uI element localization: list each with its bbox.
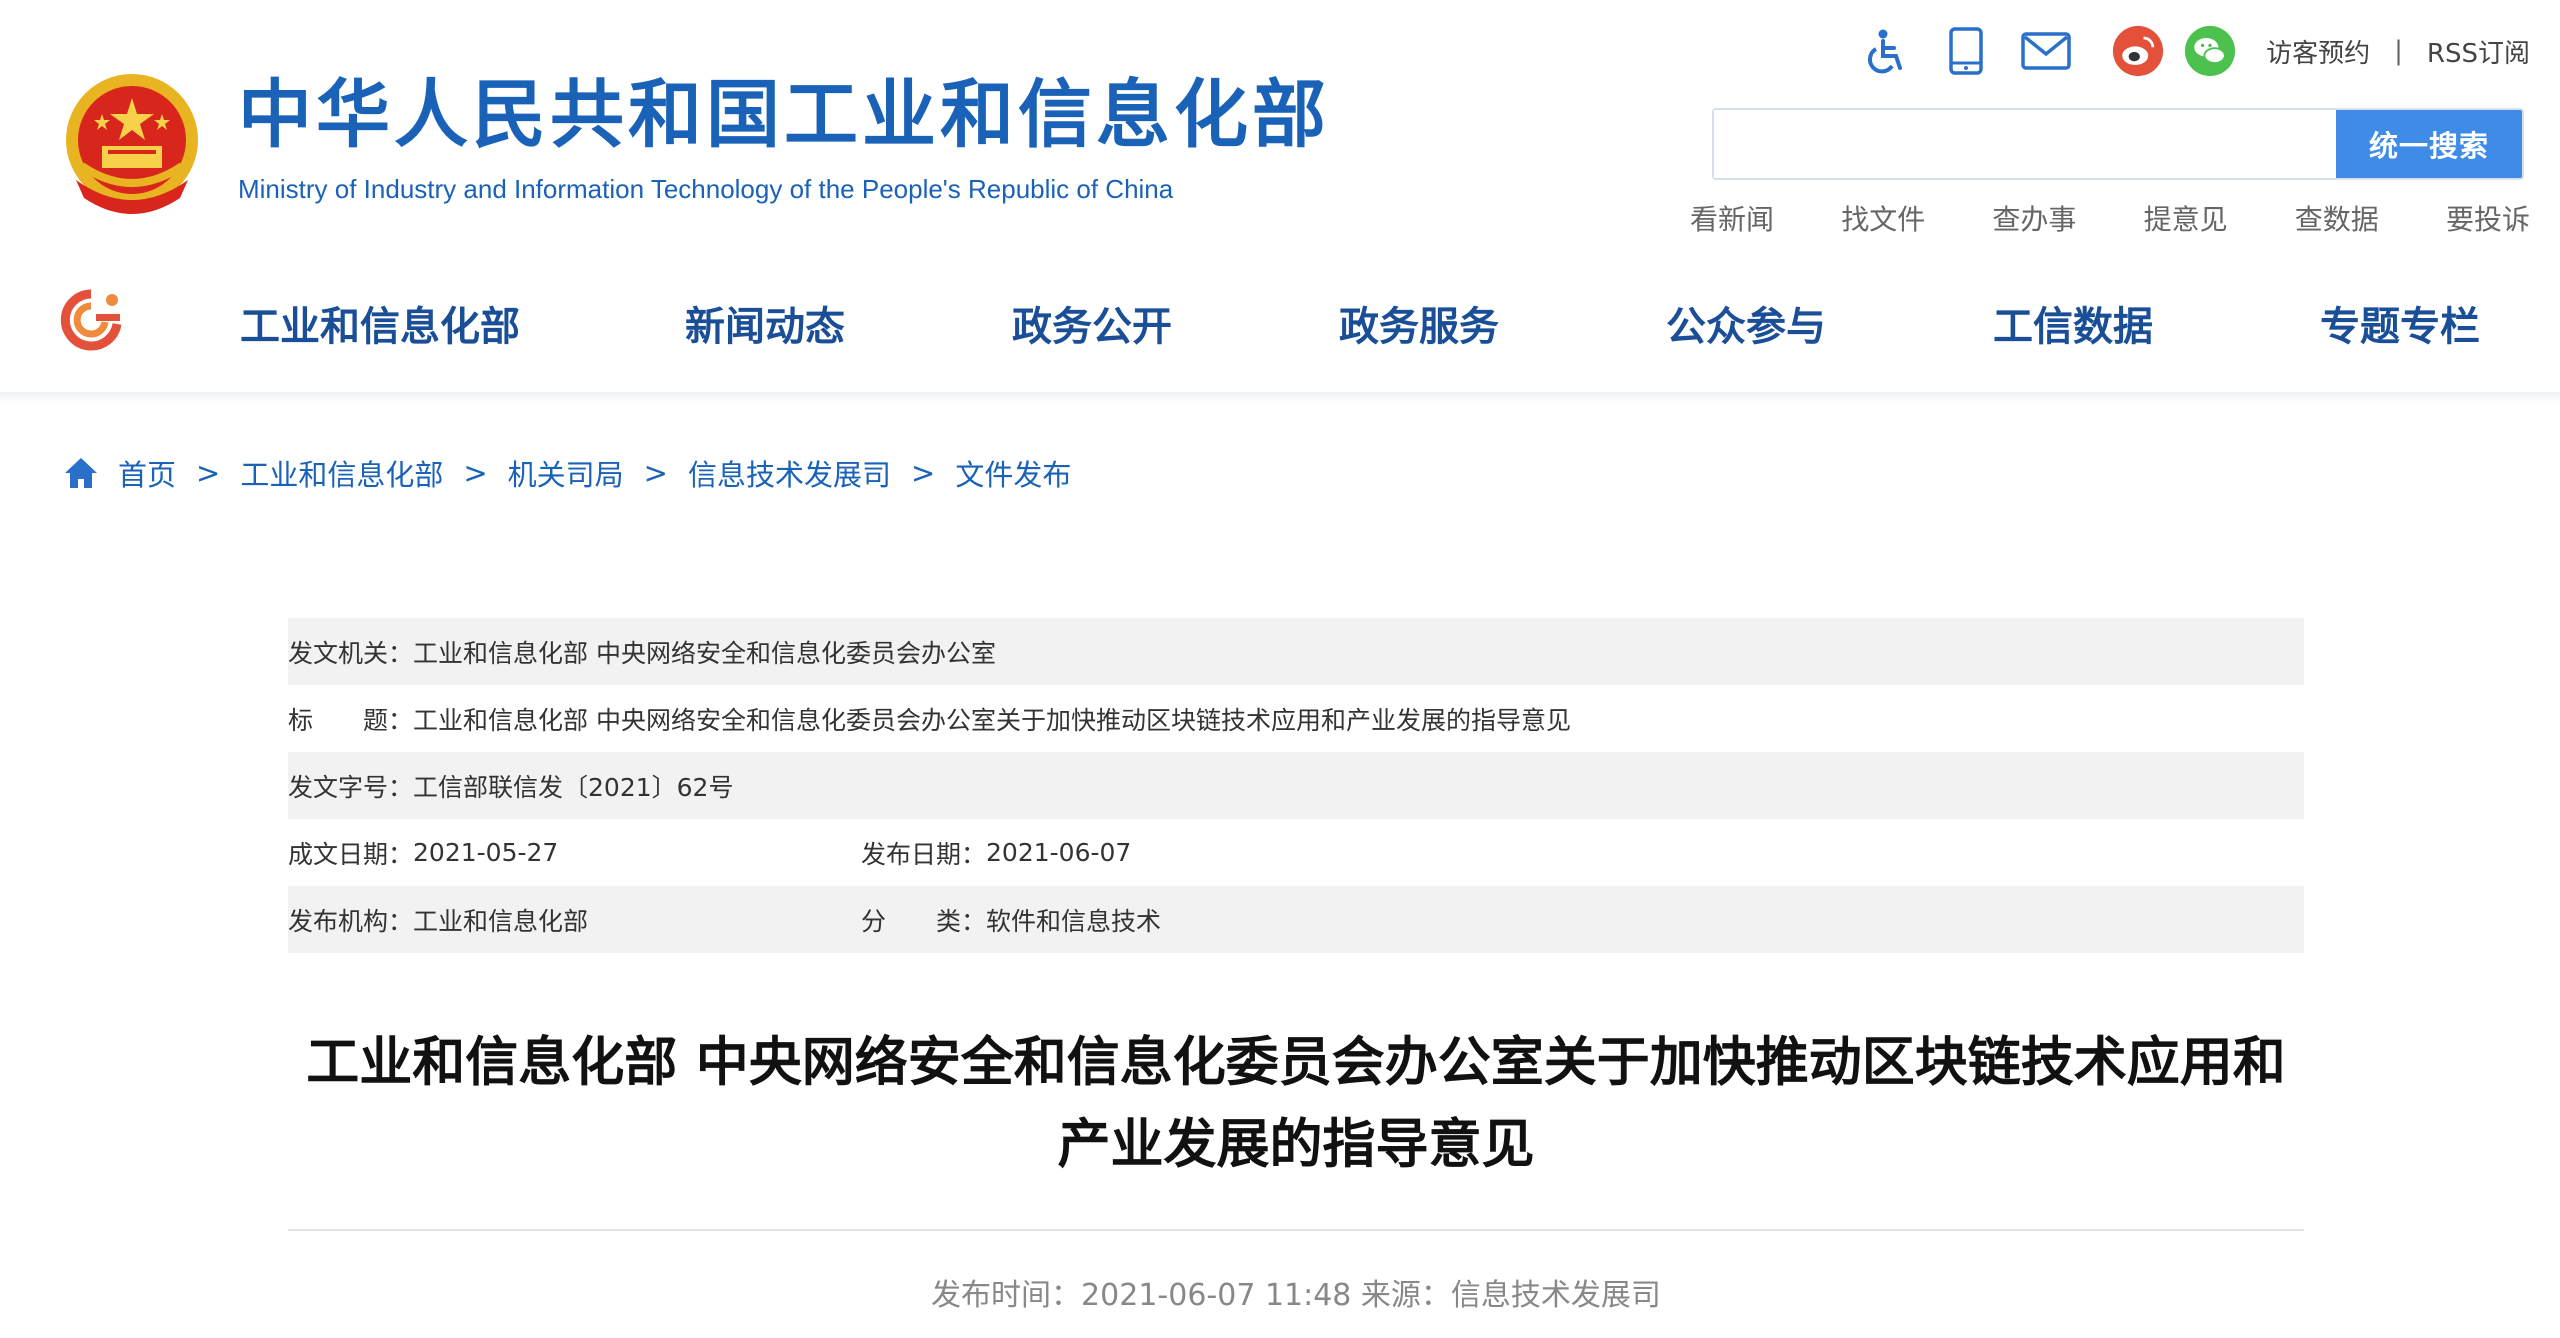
title-label: 标 题： xyxy=(288,705,414,735)
published-date-value: 2021-06-07 xyxy=(986,838,1132,867)
breadcrumb-separator: > xyxy=(196,456,221,490)
meta-row-org: 发布机构： 工业和信息化部 分 类： 软件和信息技术 xyxy=(288,886,2304,953)
doc-number-value: 工信部联信发〔2021〕62号 xyxy=(413,772,734,802)
org-value: 工业和信息化部 xyxy=(413,906,589,936)
nav-item-ministry[interactable]: 工业和信息化部 xyxy=(240,294,520,352)
ministry-logo[interactable] xyxy=(56,288,126,352)
national-emblem[interactable] xyxy=(62,70,202,220)
breadcrumb-separator: > xyxy=(911,456,936,490)
meta-row-doc-number: 发文字号： 工信部联信发〔2021〕62号 xyxy=(288,752,2304,819)
issuer-value: 工业和信息化部 中央网络安全和信息化委员会办公室 xyxy=(413,638,996,668)
meta-row-issuer: 发文机关： 工业和信息化部 中央网络安全和信息化委员会办公室 xyxy=(288,618,2304,685)
wheelchair-icon[interactable] xyxy=(1860,25,1912,77)
nav-item-news[interactable]: 新闻动态 xyxy=(685,294,845,352)
category-cell: 分 类： 软件和信息技术 xyxy=(861,886,1161,953)
quick-link-complaints[interactable]: 要投诉 xyxy=(2446,198,2530,238)
home-icon[interactable] xyxy=(62,454,100,492)
breadcrumb-home[interactable]: 首页 xyxy=(118,452,176,494)
nav-divider xyxy=(0,392,2560,402)
breadcrumb-separator: > xyxy=(463,456,488,490)
mobile-phone-icon[interactable] xyxy=(1940,25,1992,77)
quick-link-documents[interactable]: 找文件 xyxy=(1841,198,1925,238)
quick-link-suggestions[interactable]: 提意见 xyxy=(2144,198,2228,238)
wechat-icon[interactable] xyxy=(2184,25,2236,77)
breadcrumb: 首页 > 工业和信息化部 > 机关司局 > 信息技术发展司 > 文件发布 xyxy=(62,450,1071,496)
quick-link-news[interactable]: 看新闻 xyxy=(1690,198,1774,238)
search-box: 统一搜索 xyxy=(1712,108,2524,180)
doc-number-label: 发文字号： xyxy=(288,772,414,802)
tool-separator: | xyxy=(2394,36,2403,66)
search-button[interactable]: 统一搜索 xyxy=(2336,110,2522,178)
quick-link-services[interactable]: 查办事 xyxy=(1992,198,2076,238)
article-divider xyxy=(288,1229,2304,1231)
nav-item-public-participation[interactable]: 公众参与 xyxy=(1666,294,1826,352)
title-value: 工业和信息化部 中央网络安全和信息化委员会办公室关于加快推动区块链技术应用和产业… xyxy=(413,705,1571,735)
nav-item-government-services[interactable]: 政务服务 xyxy=(1339,294,1499,352)
nav-item-government-affairs[interactable]: 政务公开 xyxy=(1012,294,1172,352)
breadcrumb-it-development[interactable]: 信息技术发展司 xyxy=(688,452,891,494)
breadcrumb-documents[interactable]: 文件发布 xyxy=(955,452,1071,494)
org-label: 发布机构： xyxy=(288,906,414,936)
meta-row-dates: 成文日期： 2021-05-27 发布日期： 2021-06-07 xyxy=(288,819,2304,886)
site-title[interactable]: 中华人民共和国工业和信息化部 xyxy=(238,78,1330,152)
created-date-label: 成文日期： xyxy=(288,839,414,869)
rss-link[interactable]: RSS订阅 xyxy=(2427,33,2530,70)
site-subtitle: Ministry of Industry and Information Tec… xyxy=(238,174,1174,204)
header-tools: 访客预约 | RSS订阅 xyxy=(1860,20,2530,82)
breadcrumb-ministry[interactable]: 工业和信息化部 xyxy=(240,452,443,494)
category-value: 软件和信息技术 xyxy=(986,906,1162,936)
published-date-label: 发布日期： xyxy=(861,839,987,869)
quick-link-data[interactable]: 查数据 xyxy=(2295,198,2379,238)
document-meta-table: 发文机关： 工业和信息化部 中央网络安全和信息化委员会办公室 标 题： 工业和信… xyxy=(288,618,2304,953)
main-nav: 工业和信息化部 新闻动态 政务公开 政务服务 公众参与 工信数据 专题专栏 xyxy=(0,262,2560,372)
breadcrumb-departments[interactable]: 机关司局 xyxy=(508,452,624,494)
category-label: 分 类： xyxy=(861,906,987,936)
issuer-label: 发文机关： xyxy=(288,638,414,668)
quick-links: 看新闻 找文件 查办事 提意见 查数据 要投诉 xyxy=(1690,198,2530,238)
article-title: 工业和信息化部 中央网络安全和信息化委员会办公室关于加快推动区块链技术应用和 产… xyxy=(288,1022,2304,1186)
mail-icon[interactable] xyxy=(2020,25,2072,77)
visitor-booking-link[interactable]: 访客预约 xyxy=(2266,33,2370,70)
article-title-line-1: 工业和信息化部 中央网络安全和信息化委员会办公室关于加快推动区块链技术应用和 xyxy=(306,1032,2286,1093)
meta-row-title: 标 题： 工业和信息化部 中央网络安全和信息化委员会办公室关于加快推动区块链技术… xyxy=(288,685,2304,752)
search-input[interactable] xyxy=(1714,110,2336,178)
created-date-value: 2021-05-27 xyxy=(413,838,559,867)
nav-item-data[interactable]: 工信数据 xyxy=(1993,294,2153,352)
article-title-line-2: 产业发展的指导意见 xyxy=(1057,1114,1535,1175)
nav-item-special-topics[interactable]: 专题专栏 xyxy=(2320,294,2480,352)
breadcrumb-separator: > xyxy=(643,456,668,490)
publish-info: 发布时间：2021-06-07 11:48 来源：信息技术发展司 xyxy=(931,1278,1661,1313)
site-header: 中华人民共和国工业和信息化部 Ministry of Industry and … xyxy=(0,0,2560,245)
weibo-icon[interactable] xyxy=(2112,25,2164,77)
published-date-cell: 发布日期： 2021-06-07 xyxy=(861,819,1131,886)
